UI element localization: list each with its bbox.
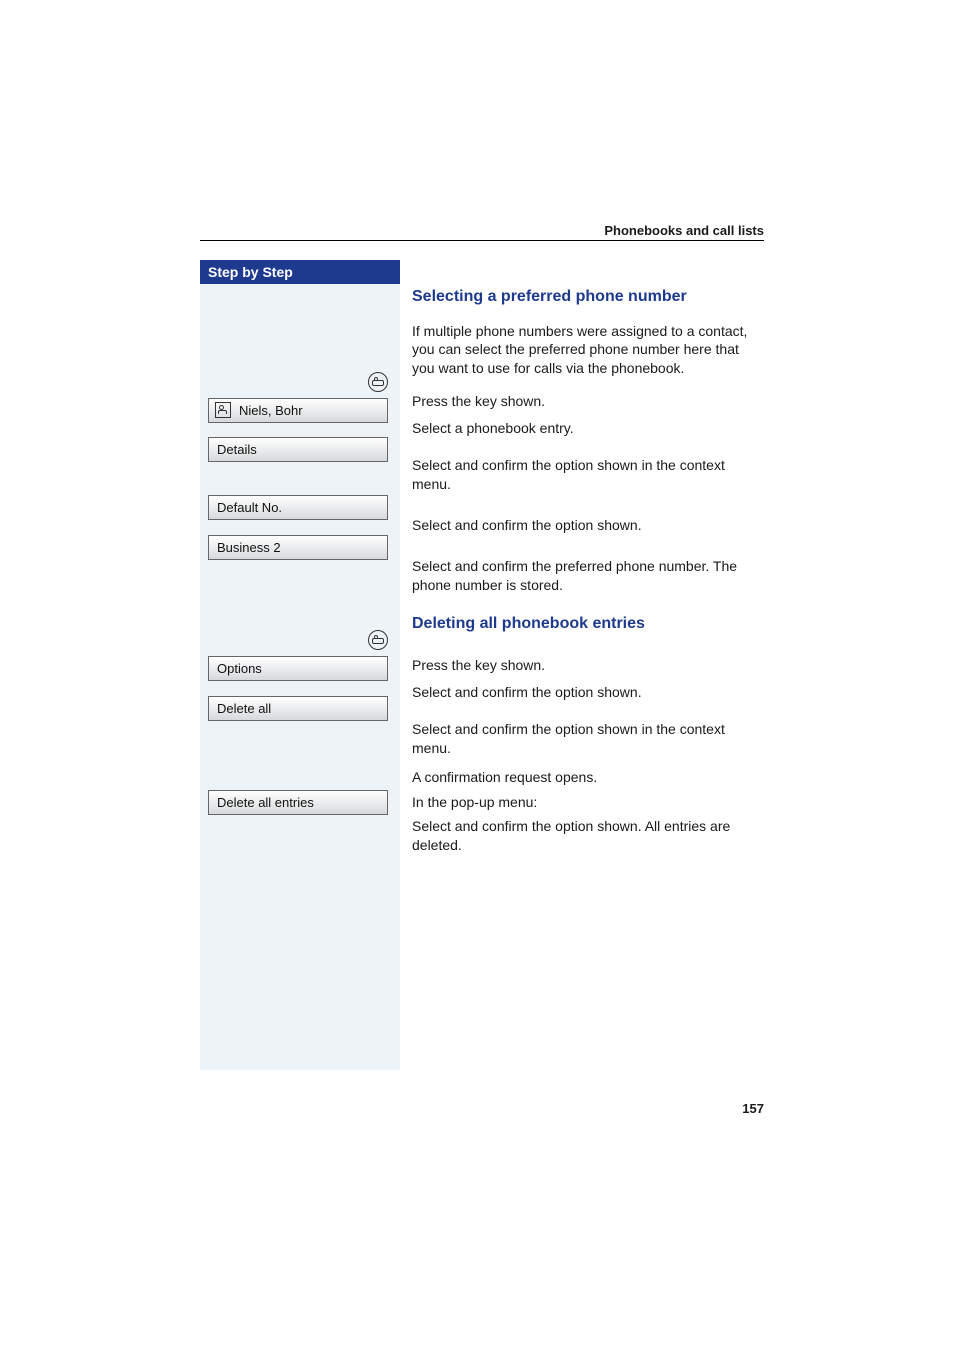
step-by-step-header: Step by Step — [200, 260, 400, 284]
confirm-line: A confirmation request opens. — [412, 768, 764, 787]
phonebook-key-row — [208, 372, 392, 392]
select-entry-line: Select a phonebook entry. — [412, 419, 764, 438]
running-header: Phonebooks and call lists — [604, 223, 764, 238]
defaultno-line: Select and confirm the option shown. — [412, 516, 764, 535]
deleteall-line: Select and confirm the option shown in t… — [412, 720, 764, 758]
phonebook-entry-option: Niels, Bohr — [208, 398, 388, 423]
intro-paragraph: If multiple phone numbers were assigned … — [412, 322, 764, 379]
press-key-line: Press the key shown. — [412, 656, 764, 675]
phonebook-key-row-2 — [208, 630, 392, 650]
phonebook-key-icon — [368, 372, 388, 392]
step-by-step-column: Step by Step Niels, Bohr Details Default… — [200, 260, 400, 1070]
delete-all-option: Delete all — [208, 696, 388, 721]
popup-line: In the pop-up menu: — [412, 793, 764, 812]
header-rule — [200, 240, 764, 241]
manual-page: Phonebooks and call lists Step by Step N… — [0, 0, 954, 1351]
options-line: Select and confirm the option shown. — [412, 683, 764, 702]
business2-line: Select and confirm the preferred phone n… — [412, 557, 764, 595]
delete-all-entries-option: Delete all entries — [208, 790, 388, 815]
phonebook-key-icon — [368, 630, 388, 650]
main-text-column: Selecting a preferred phone number If mu… — [412, 260, 764, 1070]
details-option: Details — [208, 437, 388, 462]
options-option: Options — [208, 656, 388, 681]
two-column-layout: Step by Step Niels, Bohr Details Default… — [200, 260, 764, 1070]
page-number: 157 — [742, 1101, 764, 1116]
entry-name: Niels, Bohr — [239, 403, 303, 418]
section-heading: Selecting a preferred phone number — [412, 286, 764, 308]
section-heading: Deleting all phonebook entries — [412, 613, 764, 635]
contact-card-icon — [215, 402, 231, 418]
delete-entries-line: Select and confirm the option shown. All… — [412, 817, 764, 855]
press-key-line: Press the key shown. — [412, 392, 764, 411]
business-2-option: Business 2 — [208, 535, 388, 560]
default-no-option: Default No. — [208, 495, 388, 520]
details-line: Select and confirm the option shown in t… — [412, 456, 764, 494]
